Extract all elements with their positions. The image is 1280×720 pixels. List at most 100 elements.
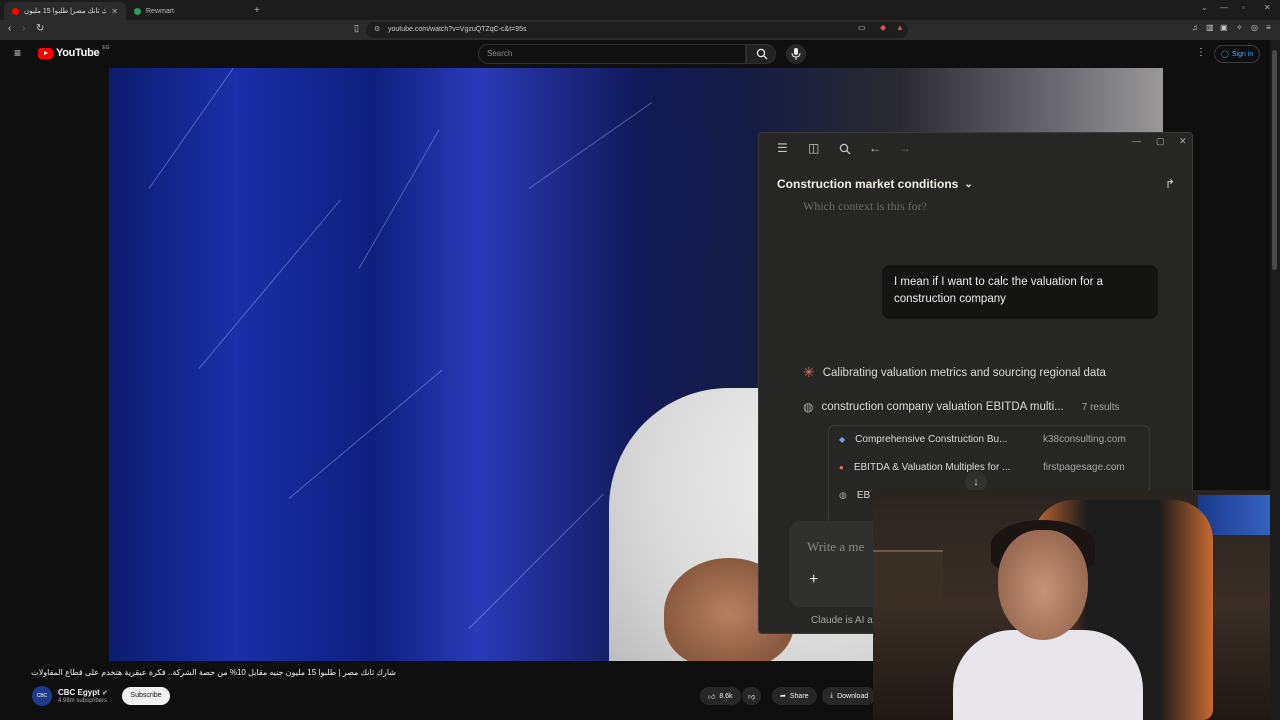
thumbs-up-icon: 👍︎ [708, 693, 716, 701]
list-item[interactable]: ● EBITDA & Valuation Multiples for ... f… [839, 462, 1139, 473]
scrollbar-thumb[interactable] [1272, 50, 1277, 270]
tab-rewmart[interactable]: Rewmart [126, 2, 248, 20]
rewmart-favicon-icon [134, 7, 141, 15]
wallet-icon[interactable]: ▣ [1220, 23, 1228, 32]
previous-message-fragment: Which context is this for? [803, 199, 927, 213]
url-text: youtube.com/watch?v=VgzuQTZqC-c&t=95s [388, 26, 527, 33]
back-arrow-icon[interactable]: ← [869, 141, 881, 155]
channel-name-text: CBC Egypt [58, 688, 100, 697]
sidebar-toggle-icon[interactable]: ◫ [808, 141, 819, 155]
like-button[interactable]: 👍︎ 8.6k [700, 687, 741, 705]
tab-title: Rewmart [146, 7, 175, 15]
forward-arrow-icon[interactable]: → [899, 141, 911, 155]
close-window-icon[interactable]: ✕ [1264, 3, 1271, 12]
tab-youtube[interactable]: شارك ثانك مصر| طلبوا 15 مليون ✕ [4, 2, 126, 20]
back-icon[interactable]: ‹ [8, 23, 11, 34]
vpn-icon[interactable]: ◎ [1251, 23, 1258, 32]
web-search-step[interactable]: ◍ construction company valuation EBITDA … [803, 400, 1120, 414]
download-icon: ⤓ [830, 692, 834, 699]
leo-icon[interactable]: ✧ [1236, 23, 1243, 32]
subscribe-button[interactable]: Subscribe [122, 687, 170, 705]
search-input[interactable]: Search [478, 44, 746, 64]
maximize-icon[interactable]: ▢ [1156, 136, 1165, 147]
cast-icon[interactable]: ▭ [858, 23, 866, 32]
youtube-logo[interactable]: YouTube EG [38, 45, 110, 59]
share-icon: ➦ [780, 693, 786, 700]
list-item[interactable]: ◆ Comprehensive Construction Bu... k38co… [839, 434, 1139, 445]
minimize-icon[interactable]: — [1220, 3, 1228, 12]
results-count: 7 results [1081, 401, 1120, 413]
tab-list-icon[interactable]: ⌄ [1201, 3, 1208, 12]
channel-avatar[interactable]: CBC [32, 686, 52, 706]
reload-icon[interactable]: ↻ [36, 23, 44, 34]
verified-icon: ✔ [102, 690, 108, 697]
hamburger-menu-icon[interactable]: ≡ [14, 46, 21, 60]
music-icon[interactable]: ♫ [1192, 23, 1198, 32]
conversation-title[interactable]: Construction market conditions ⌄ [777, 177, 973, 191]
youtube-header: ≡ YouTube EG Search ⋮ ◯ Sign in [0, 40, 1270, 68]
country-code: EG [102, 45, 110, 51]
conversation-title-text: Construction market conditions [777, 177, 959, 191]
brave-shield-icon[interactable]: ◆ [880, 23, 886, 32]
webcam-overlay [873, 490, 1280, 720]
share-button[interactable]: ➦ Share [772, 687, 817, 705]
video-frame-detail [358, 129, 440, 269]
close-tab-icon[interactable]: ✕ [111, 7, 118, 16]
youtube-favicon-icon [12, 7, 19, 15]
microphone-icon [791, 48, 801, 60]
download-button[interactable]: ⤓ Download [822, 687, 877, 705]
like-count: 8.6k [719, 692, 733, 700]
streamer-shirt [953, 630, 1143, 720]
url-field[interactable]: ⚙ youtube.com/watch?v=VgzuQTZqC-c&t=95s [366, 22, 908, 38]
user-message: I mean if I want to calc the valuation f… [882, 265, 1158, 319]
channel-name[interactable]: CBC Egypt ✔ [58, 688, 108, 697]
video-frame-detail [288, 369, 443, 499]
video-title: شارك ثانك مصر | طلبوا 15 مليون جنيه مقاب… [31, 668, 396, 677]
share-label: Share [789, 692, 809, 700]
more-options-icon[interactable]: ⋮ [1196, 47, 1206, 58]
close-icon[interactable]: ✕ [1179, 136, 1187, 147]
subscriber-count: 4.98m subscribers [58, 698, 108, 704]
search-icon [756, 48, 768, 60]
claude-titlebar: ☰ ◫ ← → — ▢ ✕ [759, 133, 1192, 163]
message-input-placeholder: Write a me [807, 539, 865, 554]
video-frame-detail [148, 68, 253, 189]
menu-icon[interactable]: ≡ [1266, 23, 1271, 32]
bookmark-icon[interactable]: ▯ [354, 23, 359, 34]
disclaimer-text: Claude is AI a [811, 615, 873, 626]
video-frame-detail [198, 199, 341, 369]
search-icon[interactable] [839, 143, 851, 155]
chevron-down-icon: ⌄ [964, 178, 973, 190]
browser-tab-bar: شارك ثانك مصر| طلبوا 15 مليون ✕ Rewmart … [0, 0, 1280, 20]
thinking-status: ✳ Calibrating valuation metrics and sour… [803, 364, 1106, 381]
page-scrollbar[interactable] [1270, 40, 1280, 720]
dislike-button[interactable]: 👎︎ [742, 687, 762, 705]
youtube-logo-text: YouTube [56, 47, 100, 59]
youtube-play-icon [38, 47, 53, 59]
result-source: k38consulting.com [1043, 434, 1126, 445]
new-tab-icon[interactable]: + [254, 5, 260, 16]
search-query-text: construction company valuation EBITDA mu… [821, 401, 1064, 413]
video-frame-detail [528, 102, 653, 189]
webcam-background-shelf [873, 550, 943, 600]
sign-in-button[interactable]: ◯ Sign in [1214, 45, 1261, 63]
share-icon[interactable]: ↱ [1165, 177, 1175, 191]
search-button[interactable] [746, 44, 776, 64]
download-label: Download [837, 692, 869, 700]
voice-search-button[interactable] [786, 44, 806, 64]
result-title: EB [856, 490, 871, 501]
forward-icon[interactable]: › [22, 23, 25, 34]
minimize-icon[interactable]: — [1132, 136, 1141, 146]
add-attachment-icon[interactable]: + [809, 571, 818, 589]
menu-icon[interactable]: ☰ [777, 141, 788, 155]
rewards-icon[interactable]: ▲ [896, 23, 904, 32]
maximize-icon[interactable]: ▫ [1242, 3, 1245, 12]
sidebar-icon[interactable]: ▥ [1206, 23, 1214, 32]
claude-spark-icon: ✳ [803, 364, 815, 380]
site-info-icon[interactable]: ⚙ [374, 22, 380, 38]
thumbs-down-icon: 👎︎ [748, 693, 756, 701]
address-bar-row: ‹ › ↻ ▯ ⚙ youtube.com/watch?v=VgzuQTZqC-… [0, 20, 1280, 40]
site-favicon-icon: ● [839, 463, 844, 472]
sign-in-label: Sign in [1231, 50, 1254, 58]
tab-title: شارك ثانك مصر| طلبوا 15 مليون [24, 8, 107, 15]
